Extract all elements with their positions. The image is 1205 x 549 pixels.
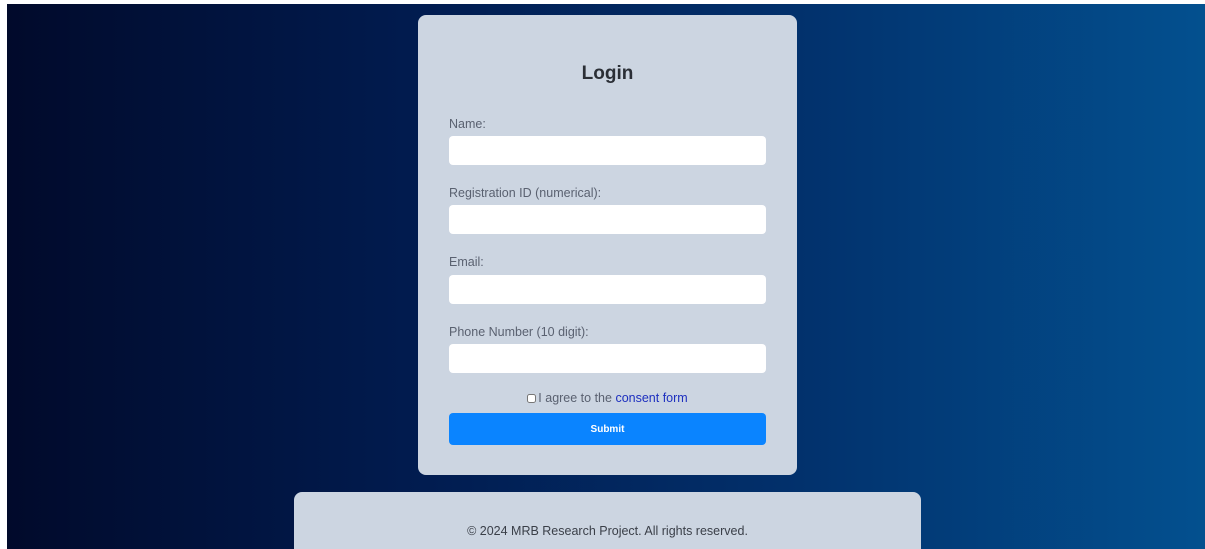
name-input[interactable] bbox=[449, 136, 766, 165]
consent-form-link[interactable]: consent form bbox=[615, 391, 687, 405]
login-card: Login Name: Registration ID (numerical):… bbox=[418, 15, 797, 475]
login-title: Login bbox=[581, 63, 634, 84]
submit-button[interactable]: Submit bbox=[449, 413, 766, 445]
phone-input[interactable] bbox=[449, 344, 766, 373]
consent-row: I agree to the consent form bbox=[418, 391, 797, 405]
consent-text: I agree to the bbox=[538, 391, 616, 405]
email-input[interactable] bbox=[449, 275, 766, 304]
email-label: Email: bbox=[449, 255, 484, 269]
footer: © 2024 MRB Research Project. All rights … bbox=[294, 492, 921, 549]
name-label: Name: bbox=[449, 117, 486, 131]
registration-id-input[interactable] bbox=[449, 205, 766, 234]
footer-copyright: © 2024 MRB Research Project. All rights … bbox=[467, 524, 748, 538]
consent-checkbox[interactable] bbox=[527, 394, 537, 403]
page-background: Login Name: Registration ID (numerical):… bbox=[7, 4, 1205, 549]
registration-id-label: Registration ID (numerical): bbox=[449, 186, 602, 200]
phone-label: Phone Number (10 digit): bbox=[449, 325, 589, 339]
